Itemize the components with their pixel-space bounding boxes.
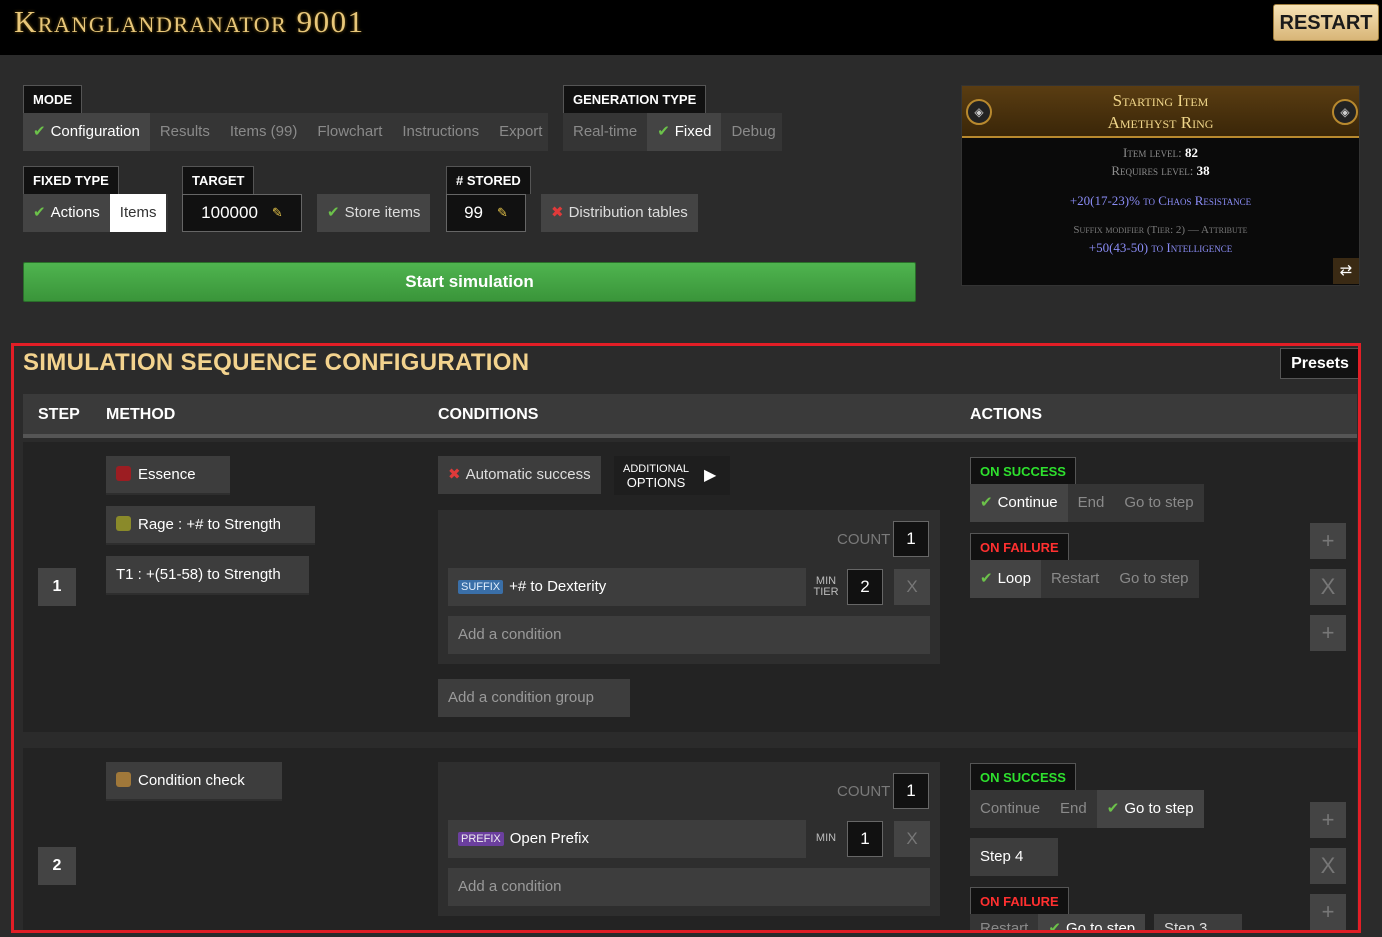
item-mod-text: +50(43-50) to Intelligence — [1088, 240, 1233, 255]
x-mark-icon: ✖ — [551, 204, 564, 221]
store-items-label: Store items — [344, 204, 421, 221]
req-level-line: Requires level: 38 — [962, 163, 1359, 179]
tab-configuration[interactable]: ✔ Configuration — [23, 113, 150, 151]
target-label: TARGET — [182, 166, 255, 194]
pencil-icon: ✎ — [497, 205, 508, 220]
tab-flowchart[interactable]: Flowchart — [307, 113, 392, 151]
generation-type-label: GENERATION TYPE — [563, 85, 707, 113]
item-header-title: Starting Item — [1112, 91, 1209, 110]
tab-items-type[interactable]: Items — [109, 194, 167, 232]
store-items-toggle[interactable]: ✔ Store items — [317, 194, 431, 232]
start-simulation-button[interactable]: Start simulation — [23, 262, 916, 302]
distribution-label: Distribution tables — [568, 204, 688, 221]
tab-results[interactable]: Results — [150, 113, 220, 151]
tab-debug[interactable]: Debug — [721, 113, 785, 151]
item-level-value: 82 — [1184, 145, 1198, 160]
target-input[interactable]: 100000 ✎ — [182, 194, 302, 232]
item-header: Starting Item Amethyst Ring — [962, 86, 1359, 138]
check-icon: ✔ — [33, 123, 46, 140]
check-icon: ✔ — [657, 123, 670, 140]
mode-tabs: ✔ Configuration Results Items (99) Flowch… — [23, 113, 548, 151]
item-level-label: Item level: — [1123, 145, 1182, 160]
generation-tabs: Real-time ✔ Fixed Debug — [563, 113, 782, 151]
tab-realtime[interactable]: Real-time — [563, 113, 647, 151]
fixed-type-tabs: ✔ Actions Items — [23, 194, 168, 232]
highlight-frame — [11, 343, 1361, 933]
tab-label: Configuration — [50, 123, 140, 140]
tab-actions[interactable]: ✔ Actions — [23, 194, 110, 232]
mode-label: MODE — [23, 85, 82, 113]
stored-input[interactable]: 99 ✎ — [446, 194, 526, 232]
target-value: 100000 — [201, 203, 258, 222]
req-level-label: Requires level: — [1111, 163, 1194, 178]
pencil-icon: ✎ — [271, 205, 283, 220]
stored-value: 99 — [464, 203, 483, 222]
tab-label: Fixed — [674, 123, 712, 140]
tab-instructions[interactable]: Instructions — [392, 113, 489, 151]
item-implicit: +20(17-23)% to Chaos Resistance — [1069, 193, 1252, 208]
restart-button[interactable]: RESTART — [1273, 4, 1379, 41]
distribution-tables-toggle[interactable]: ✖ Distribution tables — [541, 194, 698, 232]
item-left-orb-icon: ◈ — [966, 99, 992, 125]
check-icon: ✔ — [327, 204, 340, 221]
item-name: Amethyst Ring — [1107, 113, 1214, 132]
tab-fixed[interactable]: ✔ Fixed — [647, 113, 722, 151]
tab-export[interactable]: Export — [489, 113, 552, 151]
item-mod-header: Suffix modifier (Tier: 2) — Attribute — [1073, 224, 1248, 236]
swap-icon[interactable]: ⇄ — [1333, 258, 1359, 284]
item-level-line: Item level: 82 — [962, 145, 1359, 161]
tab-label: Actions — [50, 204, 100, 221]
req-level-value: 38 — [1196, 163, 1210, 178]
tab-items[interactable]: Items (99) — [220, 113, 308, 151]
check-icon: ✔ — [33, 204, 46, 221]
item-card: Starting Item Amethyst Ring ◈ ◈ Item lev… — [961, 85, 1360, 286]
app-title: Kranglandranator 9001 — [14, 4, 365, 39]
fixed-type-label: FIXED TYPE — [23, 166, 119, 194]
item-right-orb-icon: ◈ — [1332, 99, 1358, 125]
stored-label: # STORED — [446, 166, 531, 194]
